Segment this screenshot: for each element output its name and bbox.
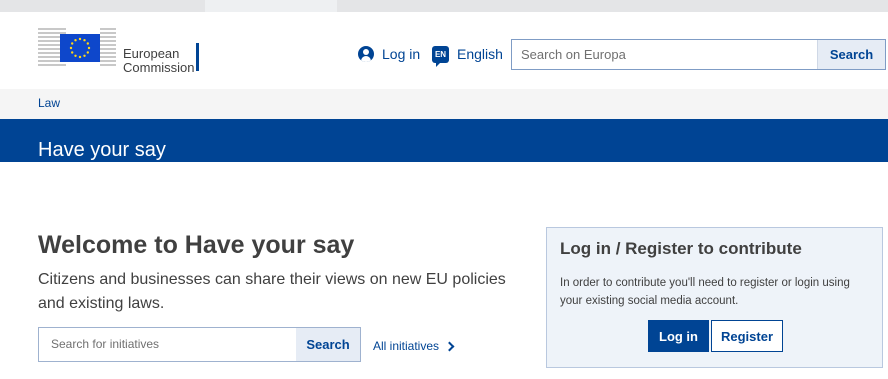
tab-highlight [205,0,337,12]
language-icon: EN [432,45,449,67]
panel-register-button[interactable]: Register [711,320,783,352]
contribute-panel: Log in / Register to contribute In order… [546,227,883,368]
logo-accent-bar [196,43,199,71]
header-login-link[interactable]: Log in [358,44,420,64]
europa-search-input[interactable]: Search on Europa [512,40,817,69]
lead-paragraph: Citizens and businesses can share their … [38,271,506,312]
logo-line2: Commission [123,60,195,75]
panel-text: In order to contribute you'll need to re… [560,277,850,307]
all-initiatives-label: All initiatives [373,339,440,353]
europa-search: Search on Europa Search [511,39,886,70]
welcome-heading: Welcome to Have your say [38,231,355,259]
header-login-label: Log in [382,46,421,62]
europa-search-button[interactable]: Search [817,40,885,69]
breadcrumb-bar [0,89,888,119]
all-initiatives-link[interactable]: All initiatives [373,339,455,353]
browser-top-strip [0,0,888,12]
language-selector[interactable]: EN English [432,44,503,67]
panel-title: Log in / Register to contribute [560,239,802,258]
initiative-search-input[interactable]: Search for initiatives [39,328,296,361]
logo-line1: European [123,46,180,61]
breadcrumb-item-law[interactable]: Law [38,96,60,110]
initiative-search: Search for initiatives Search [38,327,361,362]
page-title: Have your say [38,139,166,161]
logo-wordmark: European Commission [123,47,195,75]
chevron-right-icon [444,341,455,351]
language-label: English [457,46,503,62]
initiative-search-button[interactable]: Search [296,328,360,361]
panel-login-button[interactable]: Log in [648,320,709,352]
user-icon [358,46,374,62]
